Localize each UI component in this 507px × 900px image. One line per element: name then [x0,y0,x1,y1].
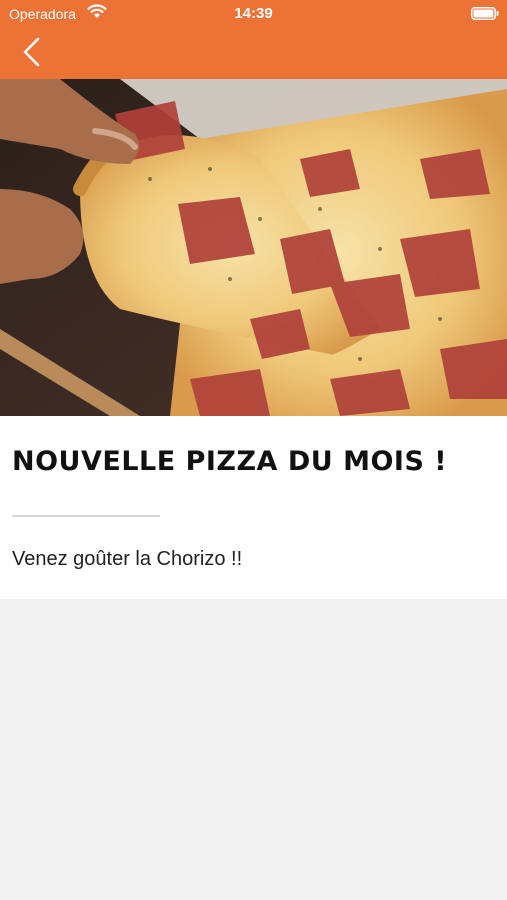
navigation-bar: Operadora 14:39 [0,0,507,79]
pizza-image [0,79,507,416]
battery-icon [471,7,499,20]
article-card: Nouvelle pizza du mois ! Venez goûter la… [0,416,507,599]
status-time: 14:39 [234,5,273,22]
hero-image [0,79,507,416]
chevron-left-icon [23,37,40,67]
article-title: Nouvelle pizza du mois ! [12,446,448,477]
title-divider [12,515,160,517]
article-body: Venez goûter la Chorizo !! [12,548,243,570]
back-button[interactable] [18,34,48,70]
status-bar: Operadora 14:39 [0,0,507,26]
